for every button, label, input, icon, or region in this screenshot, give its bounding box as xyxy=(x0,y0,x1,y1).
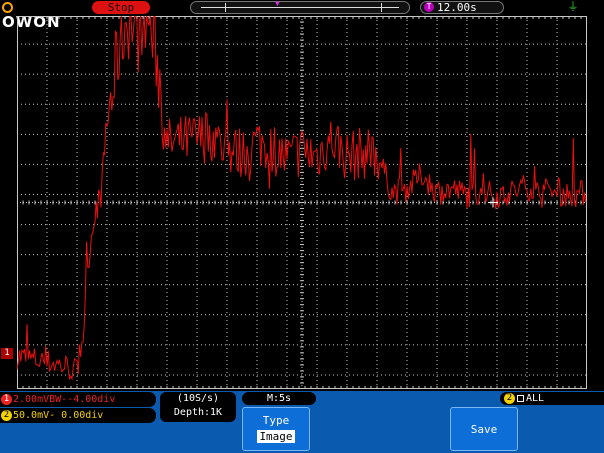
type-value: Image xyxy=(257,430,295,443)
waveform-svg xyxy=(17,16,587,389)
ch2-index: 2 xyxy=(1,410,12,421)
ch1-settings: 2.00mVBW--4.00div xyxy=(13,394,116,405)
save-button[interactable]: Save xyxy=(450,407,518,451)
logo-ring-icon xyxy=(2,2,13,13)
waveform-display xyxy=(17,16,587,389)
ch2-status[interactable]: 2 50.0mV- 0.00div xyxy=(0,408,156,423)
ch1-ground-marker: 1 xyxy=(1,348,13,359)
ch1-status[interactable]: 1 2.00mVBW--4.00div xyxy=(0,392,156,407)
trigger-status[interactable]: 2 ALL xyxy=(500,392,604,405)
timebase-readout: M:5s xyxy=(242,392,316,405)
ch2-settings: 50.0mV- 0.00div xyxy=(13,410,104,421)
run-state-badge[interactable]: Stop xyxy=(92,1,150,14)
trigger-time-readout: T 12.00s xyxy=(420,1,504,14)
ch1-index: 1 xyxy=(1,394,12,405)
record-depth: Depth:1K xyxy=(173,407,223,418)
trigger-edge-icon xyxy=(517,395,524,402)
timebase-icon: T xyxy=(424,2,434,12)
trigger-position-bar: ▼ xyxy=(190,0,410,14)
usb-icon: ⏚ xyxy=(567,0,579,13)
trigger-position-marker-icon: ▼ xyxy=(275,0,280,8)
trigger-source-index: 2 xyxy=(504,393,515,404)
trigger-mode: ALL xyxy=(526,393,545,404)
sample-rate: (10S/s) xyxy=(176,393,220,404)
brand-logo: OWON xyxy=(2,0,62,30)
type-label: Type xyxy=(262,414,290,427)
acquisition-info: (10S/s) Depth:1K xyxy=(160,392,236,422)
trigger-time-value: 12.00s xyxy=(437,1,477,14)
type-softkey[interactable]: Type Image xyxy=(242,407,310,451)
